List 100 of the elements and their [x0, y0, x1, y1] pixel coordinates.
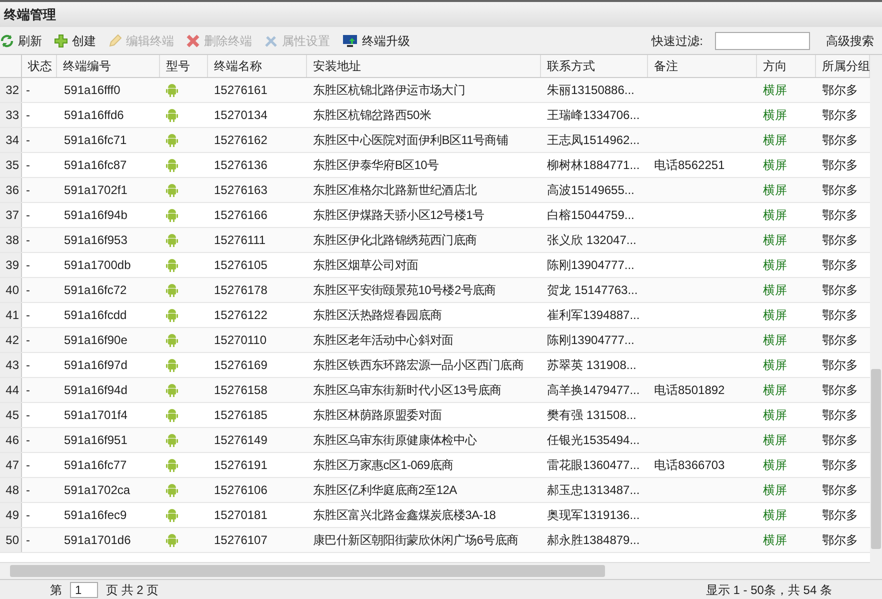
table-cell-text: 15276149	[213, 432, 268, 449]
row-number: 34	[0, 128, 22, 152]
table-cell-text: 横屏	[762, 232, 788, 249]
table-cell-text: 王志凤1514962...	[546, 132, 641, 149]
table-cell-text: 591a1702f1	[63, 182, 128, 199]
toolbar-button[interactable]: 创建	[54, 32, 96, 50]
android-icon	[166, 358, 178, 372]
row-number: 37	[0, 203, 22, 227]
table-cell-text: 横屏	[762, 407, 788, 424]
table-cell-text: 591a16fec9	[63, 507, 128, 524]
table-cell-text: 15276106	[213, 482, 268, 499]
table-cell-text: 横屏	[762, 207, 788, 224]
table-cell-text: 横屏	[762, 82, 788, 99]
horizontal-scrollbar[interactable]	[0, 562, 870, 579]
advanced-search-link[interactable]: 高级搜索	[826, 32, 874, 50]
table-cell-text: 鄂尔多	[821, 107, 859, 124]
table-cell-text: -	[25, 357, 31, 374]
column-header[interactable]: 安装地址	[307, 55, 541, 77]
table-cell-text: 15276185	[213, 407, 268, 424]
table-cell-text: -	[25, 507, 31, 524]
table-cell-text: 15270181	[213, 507, 268, 524]
table-cell-text: 15276166	[213, 207, 268, 224]
table-cell-text: 鄂尔多	[821, 232, 859, 249]
table-cell-text: 朱丽13150886...	[546, 82, 636, 99]
table-cell-text: -	[25, 132, 31, 149]
table-cell-text: 15276178	[213, 282, 268, 299]
android-icon	[166, 233, 178, 247]
filter-input[interactable]	[715, 32, 810, 50]
android-icon	[166, 208, 178, 222]
table-cell-text: 白榕15044759...	[546, 207, 636, 224]
tools-icon	[264, 34, 278, 48]
column-header[interactable]: 方向	[757, 55, 816, 77]
table-cell-text: 鄂尔多	[821, 207, 859, 224]
table-cell-text: 郝永胜1384879...	[546, 532, 641, 549]
plus-icon	[54, 34, 68, 48]
scrollbar-thumb[interactable]	[871, 369, 881, 549]
table-cell-text: 鄂尔多	[821, 82, 859, 99]
toolbar-button[interactable]: 刷新	[0, 32, 42, 50]
page-input[interactable]: 1	[70, 582, 98, 598]
column-header[interactable]: 联系方式	[541, 55, 648, 77]
table-cell-text: 591a1701f4	[63, 407, 128, 424]
table-cell-text: 鄂尔多	[821, 482, 859, 499]
row-number: 45	[0, 403, 22, 427]
table-cell-text: 东胜区伊化北路锦绣苑西门底商	[312, 232, 478, 249]
row-number: 33	[0, 103, 22, 127]
table-cell-text: 591a16f97d	[63, 357, 128, 374]
table-cell-text: -	[25, 482, 31, 499]
table-cell-text: 东胜区铁西东环路宏源一品小区西门底商	[312, 357, 525, 374]
table-cell-text: 横屏	[762, 507, 788, 524]
table-cell-text: 横屏	[762, 457, 788, 474]
android-icon	[166, 308, 178, 322]
table-cell-text: 奥现军1319136...	[546, 507, 641, 524]
row-number: 32	[0, 78, 22, 102]
table-cell-text: 陈刚13904777...	[546, 332, 636, 349]
android-icon	[166, 333, 178, 347]
table-cell-text: 横屏	[762, 532, 788, 549]
table-cell-text: 鄂尔多	[821, 407, 859, 424]
column-header[interactable]: 型号	[160, 55, 208, 77]
table-cell-text: -	[25, 407, 31, 424]
table-cell-text: 东胜区烟草公司对面	[312, 257, 420, 274]
table-cell-text: -	[25, 257, 31, 274]
column-header[interactable]: 终端名称	[208, 55, 307, 77]
table-cell-text: 高羊换1479477...	[546, 382, 641, 399]
close-icon	[186, 34, 200, 48]
row-number: 39	[0, 253, 22, 277]
table-cell: 电话8366703	[654, 458, 725, 472]
table-cell-text: 591a16fff0	[63, 82, 122, 99]
pencil-icon	[108, 34, 122, 48]
table-cell-text: 康巴什新区朝阳街蒙欣休闲广场6号底商	[312, 532, 520, 549]
table-cell-text: 东胜区平安街颐景苑10号楼2号底商	[312, 282, 497, 299]
android-icon	[166, 108, 178, 122]
table-cell-text: -	[25, 182, 31, 199]
table-cell-text: 郝玉忠1313487...	[546, 482, 641, 499]
toolbar-button[interactable]: 终端升级	[342, 32, 410, 50]
android-icon	[166, 508, 178, 522]
table-cell-text: 雷花眼1360477...	[546, 457, 641, 474]
table-cell-text: 王瑞峰1334706...	[546, 107, 641, 124]
column-header[interactable]: 备注	[648, 55, 757, 77]
column-header[interactable]: 终端编号	[57, 55, 160, 77]
table-cell-text: 591a16f953	[63, 232, 128, 249]
table-cell-text: 横屏	[762, 357, 788, 374]
table-cell-text: -	[25, 382, 31, 399]
table-cell-text: 陈刚13904777...	[546, 257, 636, 274]
table-cell-text: 591a16fc87	[63, 157, 128, 174]
android-icon	[166, 258, 178, 272]
row-number: 50	[0, 528, 22, 552]
vertical-scrollbar[interactable]	[870, 55, 882, 579]
table-cell-text: 横屏	[762, 482, 788, 499]
table-cell-text: 横屏	[762, 107, 788, 124]
android-icon	[166, 533, 178, 547]
table-cell-text: 15276111	[213, 232, 267, 249]
table-cell-text: 鄂尔多	[821, 307, 859, 324]
table-cell-text: 鄂尔多	[821, 182, 859, 199]
table-cell-text: 东胜区沃热路煜春园底商	[312, 307, 443, 324]
scrollbar-thumb[interactable]	[10, 565, 605, 577]
column-header[interactable]: 状态	[22, 55, 57, 77]
table-cell-text: -	[25, 157, 31, 174]
table-cell-text: 15276136	[213, 157, 268, 174]
table-cell-text: 鄂尔多	[821, 507, 859, 524]
table-cell-text: 东胜区林荫路原盟委对面	[312, 407, 443, 424]
